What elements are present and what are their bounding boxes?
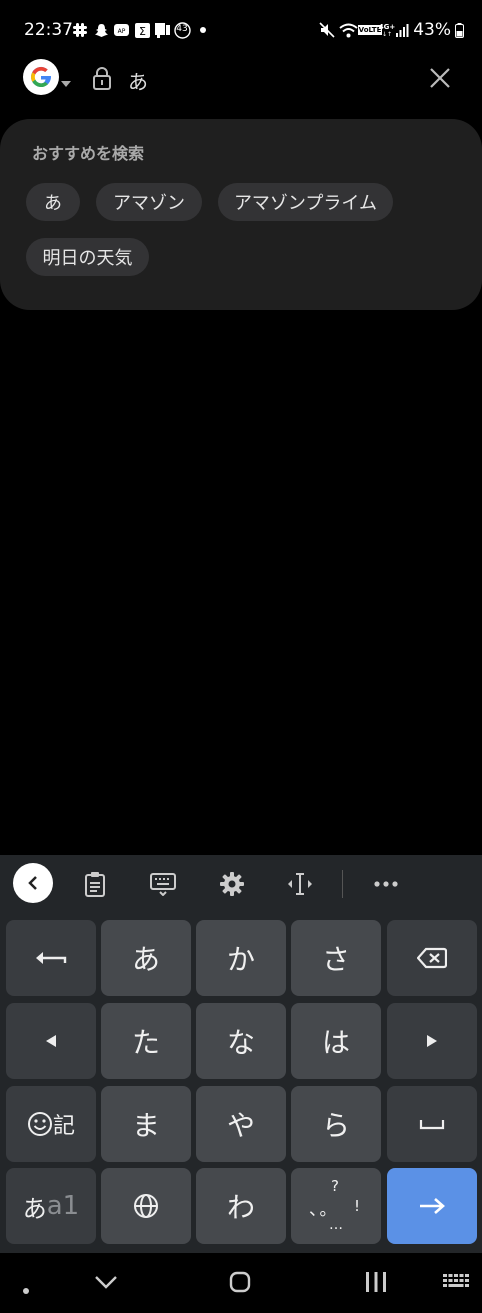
suggestion-chip[interactable]: アマゾン	[96, 183, 202, 221]
key-na[interactable]: な	[196, 1003, 286, 1079]
chevron-left-icon[interactable]	[13, 863, 53, 903]
sigma-app-icon: Σ	[134, 22, 150, 38]
toolbar-divider	[342, 870, 343, 898]
snapchat-icon	[93, 22, 109, 38]
undo-key[interactable]	[6, 920, 96, 996]
slack-icon	[72, 22, 88, 38]
mode-kana-label: あ	[22, 1194, 47, 1223]
suggestions-title: おすすめを検索	[32, 144, 145, 163]
emoji-symbol-key[interactable]: 記	[6, 1086, 96, 1162]
key-ka[interactable]: か	[196, 920, 286, 996]
svg-text:AP: AP	[117, 28, 125, 35]
status-time: 22:37	[24, 20, 73, 40]
search-input[interactable]: あ	[128, 66, 148, 95]
globe-icon	[134, 1194, 158, 1218]
suggestion-chip[interactable]: あ	[26, 183, 80, 221]
svg-text:Σ: Σ	[139, 25, 146, 38]
volte-icon: VoLTE	[357, 25, 383, 35]
key-ta[interactable]: た	[101, 1003, 191, 1079]
key-ra[interactable]: ら	[291, 1086, 381, 1162]
key-ma[interactable]: ま	[101, 1086, 191, 1162]
nav-keyboard-switch-icon[interactable]	[443, 1274, 469, 1294]
enter-key[interactable]	[387, 1168, 477, 1244]
battery-percent: 43%	[413, 20, 451, 40]
key-ha[interactable]: は	[291, 1003, 381, 1079]
more-notifications-dot	[198, 22, 208, 38]
nav-dot-icon	[23, 1279, 29, 1298]
key-a[interactable]: あ	[101, 920, 191, 996]
space-icon	[419, 1120, 445, 1130]
clipboard-icon[interactable]	[79, 868, 111, 900]
key-sa[interactable]: さ	[291, 920, 381, 996]
status-bar: 22:37 AP Σ 43 VoLTE 4G+ ↓↑ 43%	[0, 0, 482, 62]
backspace-key[interactable]	[387, 920, 477, 996]
signal-icon	[395, 22, 409, 38]
message-app-icon	[154, 22, 170, 38]
triangle-left-icon	[46, 1035, 56, 1047]
punct-exclaim: !	[354, 1197, 361, 1215]
battery-icon	[455, 22, 464, 38]
notification-count-badge: 43	[173, 21, 191, 39]
more-icon[interactable]	[370, 868, 402, 900]
cursor-left-key[interactable]	[6, 1003, 96, 1079]
arrow-right-icon	[420, 1198, 445, 1214]
key-ya[interactable]: や	[196, 1086, 286, 1162]
dropdown-arrow-icon[interactable]	[60, 73, 72, 92]
nav-home-icon[interactable]	[229, 1271, 251, 1297]
google-logo-icon[interactable]	[22, 58, 62, 98]
battery-indicator: 43%	[413, 20, 464, 40]
back-arrow-icon	[36, 952, 67, 964]
text-cursor-icon[interactable]	[284, 868, 316, 900]
system-nav-bar	[0, 1253, 482, 1313]
cursor-right-key[interactable]	[387, 1003, 477, 1079]
punct-question: ?	[331, 1177, 339, 1195]
network-type-icon: 4G+ ↓↑	[378, 22, 396, 38]
punctuation-key[interactable]: ? 、。 ! …	[291, 1168, 381, 1244]
language-key[interactable]	[101, 1168, 191, 1244]
close-icon[interactable]	[428, 66, 452, 94]
smiley-icon	[27, 1112, 52, 1136]
suggestion-chip[interactable]: 明日の天気	[26, 238, 149, 276]
keyboard-icon[interactable]	[147, 868, 179, 900]
gear-icon[interactable]	[216, 868, 248, 900]
space-key[interactable]	[387, 1086, 477, 1162]
suggestion-chip[interactable]: アマゾンプライム	[218, 183, 393, 221]
nav-recents-icon[interactable]	[365, 1272, 387, 1296]
backspace-icon	[417, 947, 447, 969]
app-notification-icon: AP	[113, 22, 129, 38]
punct-dots: …	[329, 1217, 343, 1233]
lock-icon	[92, 66, 112, 94]
mode-alpha-label: a1	[46, 1191, 80, 1221]
input-mode-key[interactable]: あ a1	[6, 1168, 96, 1244]
key-wa[interactable]: わ	[196, 1168, 286, 1244]
nav-hide-keyboard-icon[interactable]	[94, 1274, 118, 1293]
wifi-icon	[338, 22, 358, 38]
mute-icon	[318, 22, 336, 38]
kigou-label: 記	[52, 1114, 75, 1139]
triangle-right-icon	[427, 1035, 437, 1047]
